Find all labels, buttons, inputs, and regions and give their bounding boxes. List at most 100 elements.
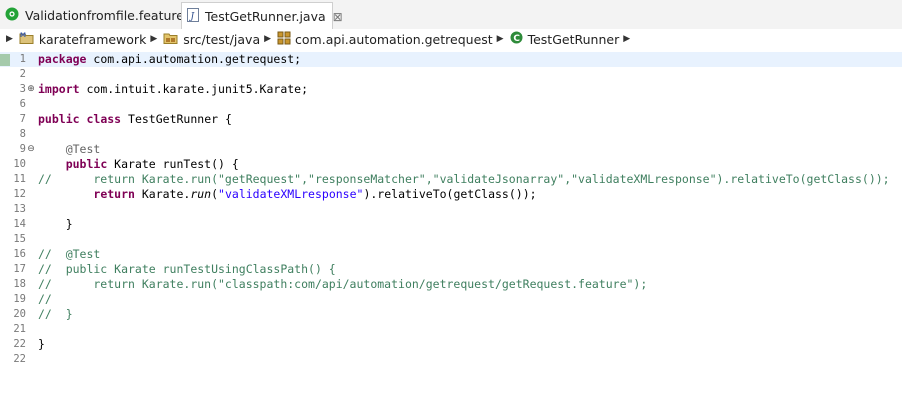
- code-line: 2: [0, 67, 902, 82]
- project-folder-icon: M: [19, 31, 35, 48]
- code-fragment: TestGetRunner {: [121, 112, 232, 126]
- code-text: package com.api.automation.getrequest;: [38, 52, 301, 67]
- keyword: import: [38, 82, 80, 96]
- code-line: 20 // }: [0, 307, 902, 322]
- code-fragment: ).relativeTo(getClass());: [363, 187, 537, 201]
- code-line: 9 ⊖ @Test: [0, 142, 902, 157]
- line-number: 2: [19, 68, 26, 80]
- code-text: @Test: [38, 142, 101, 157]
- line-number: 21: [13, 323, 26, 335]
- class-icon: C: [510, 31, 523, 47]
- breadcrumb-label: com.api.automation.getrequest: [295, 31, 493, 47]
- line-number: 1: [19, 53, 26, 65]
- keyword: public: [65, 157, 108, 171]
- chevron-right-icon[interactable]: ▶: [264, 34, 271, 44]
- annotation: @Test: [65, 142, 101, 156]
- line-number: 7: [19, 113, 26, 125]
- line-number: 19: [13, 293, 26, 305]
- line-number: 15: [13, 233, 26, 245]
- keyword: package: [38, 52, 87, 66]
- expand-fold-icon[interactable]: ⊕: [26, 82, 36, 97]
- comment: //: [38, 292, 52, 306]
- chevron-right-icon[interactable]: ▶: [623, 34, 630, 44]
- code-line: 14 }: [0, 217, 902, 232]
- code-editor[interactable]: 1 package com.api.automation.getrequest;…: [0, 50, 902, 419]
- close-tab-icon[interactable]: ⊠: [333, 10, 343, 24]
- code-fragment: com.intuit.karate.junit5.Karate;: [79, 82, 309, 96]
- keyword: return: [93, 187, 135, 201]
- code-fragment: com.api.automation.getrequest;: [86, 52, 302, 66]
- line-number: 8: [19, 128, 26, 140]
- code-line: 6: [0, 97, 902, 112]
- code-fragment: (: [211, 187, 219, 201]
- code-line: 1 package com.api.automation.getrequest;: [0, 52, 902, 67]
- chevron-right-icon[interactable]: ▶: [6, 34, 13, 44]
- comment: // return Karate.run("getRequest","respo…: [38, 172, 890, 186]
- breadcrumb-label: src/test/java: [183, 31, 261, 47]
- java-file-icon: J: [187, 8, 199, 25]
- tab-label: Validationfromfile.feature: [25, 8, 184, 23]
- breadcrumb-label: TestGetRunner: [527, 31, 620, 47]
- svg-text:M: M: [20, 32, 26, 39]
- source-folder-icon: [163, 31, 179, 48]
- line-number: 6: [19, 98, 26, 110]
- line-number: 9: [19, 143, 26, 155]
- line-number: 11: [13, 173, 26, 185]
- code-line: 21: [0, 322, 902, 337]
- keyword: class: [86, 112, 122, 126]
- comment: // return Karate.run("classpath:com/api/…: [38, 277, 648, 291]
- tab-label: TestGetRunner.java: [205, 9, 326, 24]
- tab-testgetrunner-java[interactable]: J TestGetRunner.java ⊠: [181, 2, 343, 30]
- code-text: public class TestGetRunner {: [38, 112, 232, 127]
- code-text: // return Karate.run("getRequest","respo…: [38, 172, 890, 187]
- breadcrumb-item-project[interactable]: M karateframework: [19, 31, 146, 48]
- editor-tab-bar: Validationfromfile.feature J TestGetRunn…: [0, 0, 902, 30]
- code-text: import com.intuit.karate.junit5.Karate;: [38, 82, 308, 97]
- code-line: 22 }: [0, 337, 902, 352]
- comment: // @Test: [38, 247, 101, 261]
- line-number: 22: [13, 353, 26, 365]
- breadcrumb-item-source-folder[interactable]: src/test/java: [163, 31, 260, 48]
- code-line: 18 // return Karate.run("classpath:com/a…: [0, 277, 902, 292]
- line-number: 18: [13, 278, 26, 290]
- keyword: public: [38, 112, 80, 126]
- code-text: }: [38, 217, 73, 231]
- breadcrumb-item-package[interactable]: com.api.automation.getrequest: [277, 31, 493, 48]
- breadcrumb: ▶ M karateframework ▶ src/test/java ▶ co…: [0, 29, 902, 49]
- cucumber-icon: [5, 7, 19, 24]
- line-number: 13: [13, 203, 26, 215]
- code-text: return Karate.run("validateXMLresponse")…: [38, 187, 537, 202]
- code-line: 10 public Karate runTest() {: [0, 157, 902, 172]
- code-line: 22: [0, 352, 902, 367]
- code-line: 13: [0, 202, 902, 217]
- code-line: 17 // public Karate runTestUsingClassPat…: [0, 262, 902, 277]
- code-text: public Karate runTest() {: [38, 157, 239, 172]
- collapse-fold-icon[interactable]: ⊖: [26, 142, 36, 157]
- code-line: 8: [0, 127, 902, 142]
- comment: // }: [38, 307, 73, 321]
- tab-validationfromfile-feature[interactable]: Validationfromfile.feature: [0, 3, 184, 28]
- line-number: 20: [13, 308, 26, 320]
- code-line: 19 //: [0, 292, 902, 307]
- package-icon: [277, 31, 291, 48]
- breadcrumb-label: karateframework: [38, 31, 147, 47]
- code-line: 12 return Karate.run("validateXMLrespons…: [0, 187, 902, 202]
- code-line: 15: [0, 232, 902, 247]
- chevron-right-icon[interactable]: ▶: [497, 34, 504, 44]
- code-fragment: Karate.: [134, 187, 191, 201]
- code-line: 16 // @Test: [0, 247, 902, 262]
- line-number: 22: [13, 338, 26, 350]
- breadcrumb-item-class[interactable]: C TestGetRunner: [510, 31, 620, 47]
- line-number: 17: [13, 263, 26, 275]
- string-literal: "validateXMLresponse": [218, 187, 364, 201]
- method-name: run: [190, 187, 212, 201]
- code-fragment: Karate runTest() {: [107, 157, 239, 171]
- svg-text:C: C: [513, 34, 520, 44]
- code-text: }: [38, 337, 45, 351]
- chevron-right-icon[interactable]: ▶: [150, 34, 157, 44]
- code-line: 3 ⊕ import com.intuit.karate.junit5.Kara…: [0, 82, 902, 97]
- line-number: 3: [19, 83, 26, 95]
